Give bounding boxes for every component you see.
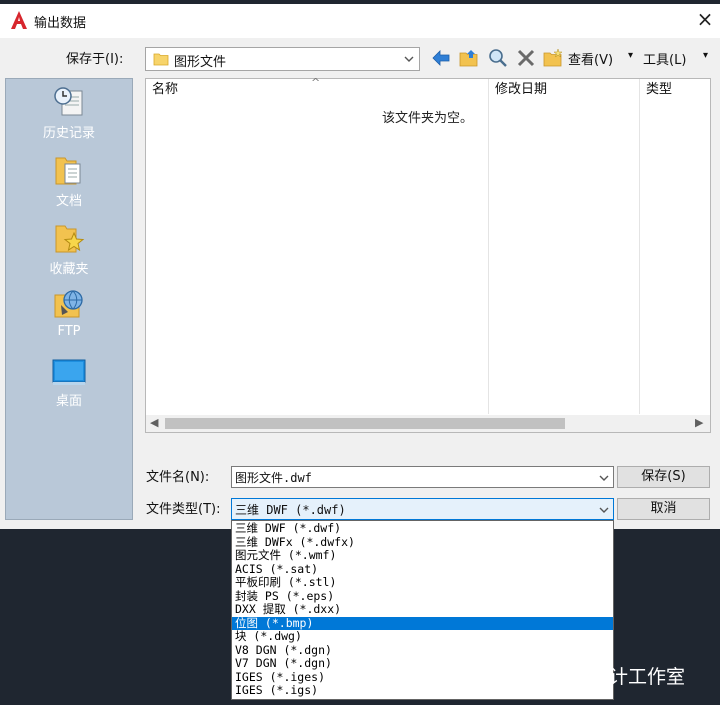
documents-folder-icon bbox=[55, 157, 81, 185]
up-folder-icon[interactable] bbox=[458, 47, 480, 69]
place-label: 历史记录 bbox=[42, 126, 95, 141]
column-divider bbox=[639, 79, 640, 414]
new-folder-icon[interactable] bbox=[542, 47, 564, 69]
empty-folder-message: 该文件夹为空。 bbox=[382, 111, 474, 126]
places-bar: 历史记录 文档 收藏夹 FTP 桌面 bbox=[5, 78, 133, 520]
favorites-folder-icon bbox=[55, 225, 85, 253]
file-type-option[interactable]: 图元文件 (*.wmf) bbox=[232, 549, 613, 562]
save-in-dropdown[interactable]: 图形文件 bbox=[145, 47, 420, 71]
ftp-icon bbox=[54, 290, 83, 318]
file-type-value: 三维 DWF (*.dwf) bbox=[235, 503, 346, 517]
file-name-input[interactable]: 图形文件.dwf bbox=[231, 466, 614, 488]
chevron-down-icon[interactable] bbox=[598, 472, 610, 484]
file-type-option[interactable]: ACIS (*.sat) bbox=[232, 562, 613, 576]
file-type-option[interactable]: DXX 提取 (*.dxx) bbox=[232, 603, 613, 616]
view-menu-chevron-icon[interactable]: ▾ bbox=[628, 50, 633, 61]
place-label: 桌面 bbox=[55, 394, 82, 409]
back-arrow-icon[interactable] bbox=[430, 47, 452, 69]
place-documents[interactable]: 文档 bbox=[6, 153, 132, 209]
view-menu-button[interactable]: 查看(V) bbox=[568, 49, 613, 68]
scrollbar-thumb[interactable] bbox=[165, 418, 565, 429]
file-type-option[interactable]: 三维 DWFx (*.dwfx) bbox=[232, 535, 613, 549]
chevron-down-icon[interactable] bbox=[598, 504, 610, 516]
save-in-label: 保存于(I): bbox=[66, 52, 124, 67]
delete-icon[interactable] bbox=[515, 47, 537, 69]
save-button[interactable]: 保存(S) bbox=[617, 466, 710, 488]
close-icon[interactable]: × bbox=[694, 6, 716, 32]
desktop-icon bbox=[52, 359, 86, 385]
file-type-option[interactable]: 封装 PS (*.eps) bbox=[232, 589, 613, 603]
place-favorites[interactable]: 收藏夹 bbox=[6, 221, 132, 277]
file-type-option[interactable]: 平板印刷 (*.stl) bbox=[232, 576, 613, 589]
cancel-button[interactable]: 取消 bbox=[617, 498, 710, 520]
column-header-modified[interactable]: 修改日期 bbox=[489, 79, 639, 103]
folder-icon bbox=[153, 53, 169, 66]
place-label: 收藏夹 bbox=[49, 262, 89, 277]
autocad-app-icon bbox=[11, 11, 27, 29]
column-header-type[interactable]: 类型 bbox=[640, 79, 710, 103]
place-desktop[interactable]: 桌面 bbox=[6, 357, 132, 409]
column-divider bbox=[488, 79, 489, 414]
search-web-icon[interactable] bbox=[487, 47, 509, 69]
place-label: FTP bbox=[57, 324, 81, 339]
file-list[interactable]: 名称 ^ 修改日期 类型 该文件夹为空。 ◀ ▶ bbox=[145, 76, 711, 433]
window-title: 输出数据 bbox=[34, 16, 87, 31]
horizontal-scrollbar[interactable]: ◀ ▶ bbox=[146, 415, 710, 432]
title-bar bbox=[0, 4, 720, 38]
chevron-down-icon bbox=[404, 56, 414, 62]
file-type-option[interactable]: 块 (*.dwg) bbox=[232, 630, 613, 643]
file-type-option[interactable]: V8 DGN (*.dgn) bbox=[232, 643, 613, 657]
file-name-value: 图形文件.dwf bbox=[235, 471, 312, 485]
place-label: 文档 bbox=[55, 194, 82, 209]
scroll-left-icon[interactable]: ◀ bbox=[150, 416, 158, 429]
file-name-label: 文件名(N): bbox=[146, 470, 210, 485]
file-type-dropdown[interactable]: 三维 DWF (*.dwf) bbox=[231, 498, 614, 520]
place-ftp[interactable]: FTP bbox=[6, 287, 132, 339]
tools-menu-chevron-icon[interactable]: ▾ bbox=[703, 50, 708, 61]
file-type-option[interactable]: 三维 DWF (*.dwf) bbox=[232, 522, 613, 535]
scroll-right-icon[interactable]: ▶ bbox=[695, 416, 703, 429]
history-icon bbox=[54, 87, 83, 116]
file-type-option[interactable]: 位图 (*.bmp) bbox=[232, 616, 613, 630]
save-in-value: 图形文件 bbox=[174, 55, 227, 70]
file-type-label: 文件类型(T): bbox=[146, 502, 221, 517]
watermark: 知乎 @沙粒设计工作室 bbox=[489, 666, 686, 688]
tools-menu-button[interactable]: 工具(L) bbox=[643, 49, 686, 68]
place-history[interactable]: 历史记录 bbox=[6, 85, 132, 141]
sort-ascending-icon: ^ bbox=[311, 76, 321, 89]
